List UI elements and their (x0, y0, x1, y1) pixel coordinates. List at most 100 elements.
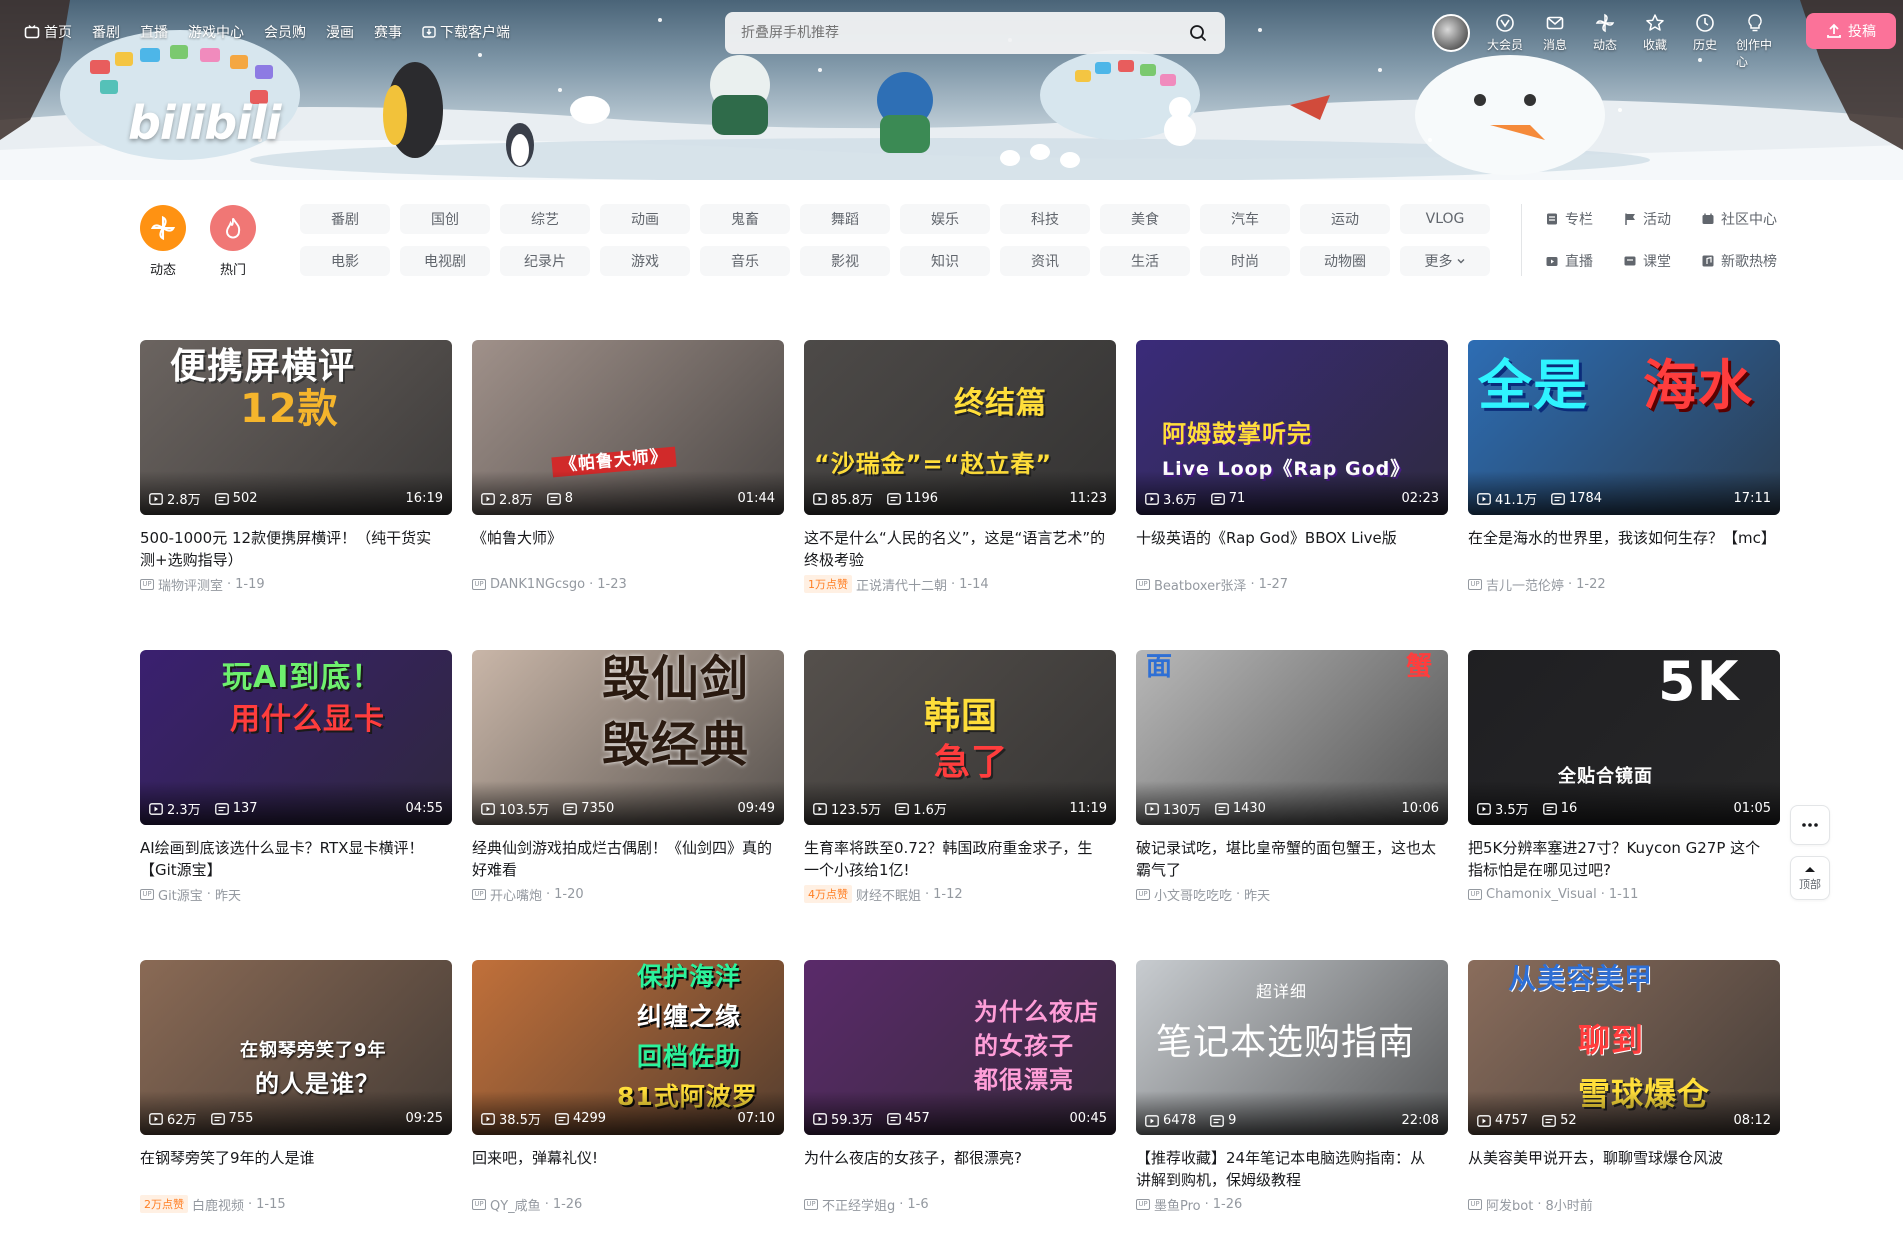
uploader-name[interactable]: 吉儿一范伦婷 (1486, 575, 1564, 594)
search-input[interactable] (741, 25, 1183, 41)
channel-dynamics[interactable]: 动态 (135, 205, 191, 278)
uploader-name[interactable]: 开心嘴炮 (490, 885, 542, 904)
video-thumbnail[interactable]: 为什么夜店 的女孩子 都很漂亮 59.3万 457 00:45 (804, 960, 1116, 1135)
side-link-community[interactable]: 社区中心 (1701, 204, 1801, 234)
channel-item[interactable]: VLOG (1400, 204, 1490, 234)
uploader-name[interactable]: QY_咸鱼 (490, 1195, 541, 1214)
channel-item[interactable]: 音乐 (700, 246, 790, 276)
video-card[interactable]: 在钢琴旁笑了9年 的人是谁？ 62万 755 09:25 在钢琴旁笑了9年的人是谁 2万点赞… (140, 960, 452, 1247)
channel-item[interactable]: 资讯 (1000, 246, 1090, 276)
video-title[interactable]: AI绘画到底该选什么显卡？RTX显卡横评！【Git源宝】 (140, 837, 452, 881)
video-title[interactable]: 为什么夜店的女孩子，都很漂亮? (804, 1147, 1116, 1191)
user-avatar[interactable] (1432, 14, 1470, 52)
nav-favorites[interactable]: 收藏 (1636, 13, 1674, 70)
search-button[interactable] (1183, 18, 1213, 48)
video-card[interactable]: 玩AI到底！ 用什么显卡 2.3万 137 04:55 AI绘画到底该选什么显卡？RTX显… (140, 650, 452, 960)
side-link-new-songs[interactable]: 新歌热榜 (1701, 246, 1801, 276)
video-thumbnail[interactable]: 终结篇 “沙瑞金”=“赵立春” 85.8万 1196 11:23 (804, 340, 1116, 515)
video-thumbnail[interactable]: 《帕鲁大师》 2.8万 8 01:44 (472, 340, 784, 515)
channel-item[interactable]: 纪录片 (500, 246, 590, 276)
channel-popular[interactable]: 热门 (205, 205, 261, 278)
video-title[interactable]: 在全是海水的世界里，我该如何生存？【mc】 (1468, 527, 1780, 571)
nav-vip[interactable]: 大会员 (1486, 13, 1524, 70)
video-thumbnail[interactable]: 毁仙剑 毁经典 103.5万 7350 09:49 (472, 650, 784, 825)
channel-item[interactable]: 舞蹈 (800, 204, 890, 234)
uploader-name[interactable]: DANK1NGcsgo (490, 577, 585, 592)
side-link-classroom[interactable]: 课堂 (1623, 246, 1701, 276)
channel-item[interactable]: 美食 (1100, 204, 1190, 234)
nav-creator-center[interactable]: 创作中心 (1736, 13, 1774, 70)
video-card[interactable]: 保护海洋纠缠之缘回档佐助81式阿波罗38.5万429907:10 回来吧，弹幕礼仪… (472, 960, 784, 1247)
back-to-top-button[interactable]: 顶部 (1790, 856, 1830, 900)
video-title[interactable]: 【推荐收藏】24年笔记本电脑选购指南：从讲解到购机，保姆级教程 (1136, 1147, 1448, 1191)
video-thumbnail[interactable]: 5K 全贴合镜面 3.5万 16 01:05 (1468, 650, 1780, 825)
video-thumbnail[interactable]: 保护海洋纠缠之缘回档佐助81式阿波罗38.5万429907:10 (472, 960, 784, 1135)
uploader-name[interactable]: 财经不眠姐 (856, 885, 921, 904)
video-title[interactable]: 从美容美甲说开去，聊聊雪球爆仓风波 (1468, 1147, 1780, 1191)
video-card[interactable]: 便携屏横评 12款 2.8万 502 16:19 500-1000元 12款便携屏横评！（… (140, 340, 452, 650)
video-card[interactable]: 阿姆鼓掌听完 Live Loop《Rap God》 3.6万 71 02:23 十级英语的… (1136, 340, 1448, 650)
video-card[interactable]: 超详细 笔记本选购指南 6478 9 22:08 【推荐收藏】24年笔记本电脑选购指南：从… (1136, 960, 1448, 1247)
video-card[interactable]: 5K 全贴合镜面 3.5万 16 01:05 把5K分辨率塞进27寸？Kuycon G27… (1468, 650, 1780, 960)
channel-item[interactable]: 鬼畜 (700, 204, 790, 234)
channel-item[interactable]: 汽车 (1200, 204, 1290, 234)
nav-dynamics[interactable]: 动态 (1586, 13, 1624, 70)
video-title[interactable]: 生育率将跌至0.72？韩国政府重金求子，生一个小孩给1亿! (804, 837, 1116, 881)
video-title[interactable]: 500-1000元 12款便携屏横评！（纯干货实测+选购指导） (140, 527, 452, 571)
nav-messages[interactable]: 消息 (1536, 13, 1574, 70)
video-title[interactable]: 《帕鲁大师》 (472, 527, 784, 571)
uploader-name[interactable]: 墨鱼Pro (1154, 1195, 1201, 1214)
channel-item[interactable]: 电影 (300, 246, 390, 276)
video-title[interactable]: 把5K分辨率塞进27寸？Kuycon G27P 这个指标怕是在哪见过吧? (1468, 837, 1780, 881)
video-thumbnail[interactable]: 便携屏横评 12款 2.8万 502 16:19 (140, 340, 452, 515)
nav-manga[interactable]: 漫画 (326, 22, 354, 42)
channel-item[interactable]: 生活 (1100, 246, 1190, 276)
channel-item[interactable]: 动物圈 (1300, 246, 1390, 276)
nav-history[interactable]: 历史 (1686, 13, 1724, 70)
channel-item[interactable]: 动画 (600, 204, 690, 234)
video-thumbnail[interactable]: 全是 海水 41.1万 1784 17:11 (1468, 340, 1780, 515)
uploader-name[interactable]: 正说清代十二朝 (856, 575, 947, 594)
uploader-name[interactable]: 瑞物评测室 (158, 575, 223, 594)
video-title[interactable]: 这不是什么“人民的名义”，这是“语言艺术”的终极考验 (804, 527, 1116, 571)
video-title[interactable]: 经典仙剑游戏拍成烂古偶剧！《仙剑四》真的好难看 (472, 837, 784, 881)
video-thumbnail[interactable]: 从美容美甲聊到雪球爆仓47575208:12 (1468, 960, 1780, 1135)
video-title[interactable]: 回来吧，弹幕礼仪! (472, 1147, 784, 1191)
video-thumbnail[interactable]: 超详细 笔记本选购指南 6478 9 22:08 (1136, 960, 1448, 1135)
nav-game-center[interactable]: 游戏中心 (188, 22, 244, 42)
video-card[interactable]: 从美容美甲聊到雪球爆仓47575208:12从美容美甲说开去，聊聊雪球爆仓风波U… (1468, 960, 1780, 1247)
channel-item[interactable]: 国创 (400, 204, 490, 234)
nav-live[interactable]: 直播 (140, 22, 168, 42)
video-card[interactable]: 毁仙剑 毁经典 103.5万 7350 09:49 经典仙剑游戏拍成烂古偶剧！《仙剑四》真… (472, 650, 784, 960)
channel-more-button[interactable]: 更多 (1400, 246, 1490, 276)
nav-mall[interactable]: 会员购 (264, 22, 306, 42)
nav-home[interactable]: 首页 (24, 22, 72, 42)
uploader-name[interactable]: 阿发bot (1486, 1195, 1533, 1214)
video-thumbnail[interactable]: 玩AI到底！ 用什么显卡 2.3万 137 04:55 (140, 650, 452, 825)
nav-esports[interactable]: 赛事 (374, 22, 402, 42)
video-thumbnail[interactable]: 阿姆鼓掌听完 Live Loop《Rap God》 3.6万 71 02:23 (1136, 340, 1448, 515)
side-link-live[interactable]: 直播 (1545, 246, 1623, 276)
upload-button[interactable]: 投稿 (1806, 13, 1896, 49)
channel-item[interactable]: 娱乐 (900, 204, 990, 234)
uploader-name[interactable]: Git源宝 (158, 885, 203, 904)
video-thumbnail[interactable]: 面 蟹 130万 1430 10:06 (1136, 650, 1448, 825)
video-card[interactable]: 韩国 急了 123.5万 1.6万 11:19 生育率将跌至0.72？韩国政府重金求子，生… (804, 650, 1116, 960)
side-link-column[interactable]: 专栏 (1545, 204, 1623, 234)
uploader-name[interactable]: 白鹿视频 (192, 1195, 244, 1214)
video-title[interactable]: 在钢琴旁笑了9年的人是谁 (140, 1147, 452, 1191)
uploader-name[interactable]: Chamonix_Visual (1486, 887, 1597, 902)
nav-anime[interactable]: 番剧 (92, 22, 120, 42)
video-card[interactable]: 终结篇 “沙瑞金”=“赵立春” 85.8万 1196 11:23 这不是什么“人民的名义”… (804, 340, 1116, 650)
channel-item[interactable]: 运动 (1300, 204, 1390, 234)
channel-item[interactable]: 番剧 (300, 204, 390, 234)
nav-download-client[interactable]: 下载客户端 (422, 22, 510, 42)
uploader-name[interactable]: 不正经学姐g (822, 1195, 895, 1214)
video-card[interactable]: 《帕鲁大师》 2.8万 8 01:44 《帕鲁大师》 UP DANK1NGcsgo · 1-23 (472, 340, 784, 650)
uploader-name[interactable]: Beatboxer张泽 (1154, 575, 1246, 594)
video-card[interactable]: 全是 海水 41.1万 1784 17:11 在全是海水的世界里，我该如何生存？【mc】 U… (1468, 340, 1780, 650)
more-options-button[interactable] (1790, 805, 1830, 845)
video-title[interactable]: 破记录试吃，堪比皇帝蟹的面包蟹王，这也太霸气了 (1136, 837, 1448, 881)
uploader-name[interactable]: 小文哥吃吃吃 (1154, 885, 1232, 904)
video-thumbnail[interactable]: 在钢琴旁笑了9年 的人是谁？ 62万 755 09:25 (140, 960, 452, 1135)
